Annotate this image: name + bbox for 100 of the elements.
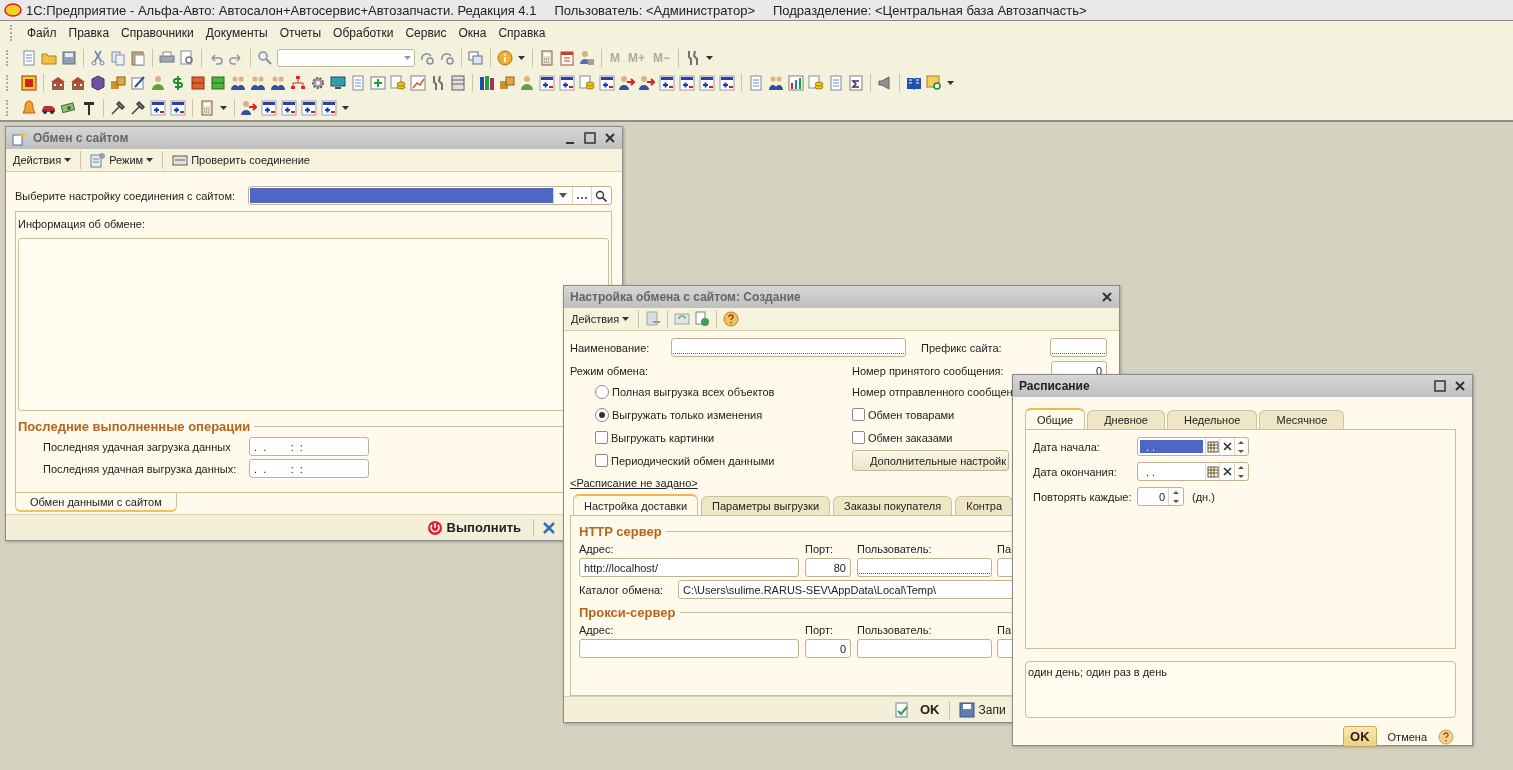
menu-item[interactable]: Окна (452, 24, 493, 42)
coins-icon[interactable] (808, 74, 824, 91)
spinner-icon[interactable] (1236, 439, 1247, 454)
server-icon[interactable] (450, 74, 466, 91)
save-icon[interactable] (61, 49, 77, 66)
clipboard-icon[interactable] (130, 49, 146, 66)
checkbox[interactable] (852, 408, 865, 421)
form-icon[interactable] (150, 99, 166, 116)
people-icon[interactable] (270, 74, 286, 91)
monitor-icon[interactable] (330, 74, 346, 91)
date-field[interactable]: . . : : (249, 437, 369, 456)
cabinet-icon[interactable] (210, 74, 226, 91)
close-icon[interactable] (604, 132, 616, 144)
radio-button[interactable] (595, 384, 609, 399)
copy-document-icon[interactable] (694, 311, 711, 327)
prefix-field[interactable] (1050, 338, 1107, 357)
form-icon[interactable] (321, 99, 337, 116)
building-icon[interactable] (50, 74, 66, 91)
port-field[interactable]: 80 (805, 558, 851, 577)
form-icon[interactable] (559, 74, 575, 91)
cabinet-icon[interactable] (190, 74, 206, 91)
form-icon[interactable] (699, 74, 715, 91)
caret-icon[interactable] (219, 104, 228, 111)
user-field[interactable] (857, 639, 992, 658)
address-field[interactable]: http://localhost/ (579, 558, 799, 577)
megaphone-icon[interactable] (877, 74, 893, 91)
logo-icon[interactable] (21, 74, 37, 91)
user-field[interactable] (857, 558, 992, 577)
cube-icon[interactable] (90, 74, 106, 91)
name-field[interactable] (671, 338, 906, 357)
hammer-icon[interactable] (110, 99, 126, 116)
people-icon[interactable] (230, 74, 246, 91)
caret-icon[interactable] (705, 54, 715, 61)
calendar-icon[interactable] (559, 49, 575, 66)
boxes-icon[interactable] (110, 74, 126, 91)
window-search-icon[interactable] (926, 74, 942, 91)
form-icon[interactable] (301, 99, 317, 116)
spinner-icon[interactable] (1236, 464, 1247, 479)
calendar-icon[interactable] (1206, 465, 1219, 478)
tab[interactable]: Параметры выгрузки (701, 496, 831, 515)
preview-icon[interactable] (179, 49, 195, 66)
form-icon[interactable] (170, 99, 186, 116)
ok-button[interactable]: OK (890, 701, 944, 718)
dollar-icon[interactable] (170, 74, 186, 91)
windows-icon[interactable] (468, 49, 484, 66)
person-arrow-icon[interactable] (639, 74, 655, 91)
menu-item[interactable]: Справка (492, 24, 552, 42)
form-icon[interactable] (679, 74, 695, 91)
date-field[interactable]: . . (1137, 462, 1249, 481)
tab[interactable]: Дневное (1087, 410, 1165, 429)
form-icon[interactable] (719, 74, 735, 91)
building-icon[interactable] (70, 74, 86, 91)
radio-button[interactable] (595, 407, 609, 422)
save-button[interactable]: Запи (954, 701, 1010, 718)
tab[interactable]: Заказы покупателя (833, 496, 953, 515)
clear-icon[interactable] (1221, 466, 1233, 477)
tab[interactable]: Настройка доставки (573, 494, 699, 515)
maximize-icon[interactable] (1434, 380, 1446, 392)
pen-document-icon[interactable] (130, 74, 146, 91)
date-field[interactable]: . . : : (249, 459, 369, 478)
calculator-icon[interactable] (539, 49, 555, 66)
clear-icon[interactable] (1221, 441, 1233, 452)
address-field[interactable] (579, 639, 799, 658)
people-icon[interactable] (250, 74, 266, 91)
tab[interactable]: Обмен данными с сайтом (15, 493, 177, 512)
form-icon[interactable] (539, 74, 555, 91)
hierarchy-icon[interactable] (290, 74, 306, 91)
help-icon[interactable] (1438, 728, 1454, 745)
actions-menu[interactable]: Действия (10, 153, 75, 167)
search-field[interactable] (277, 48, 415, 67)
books-icon[interactable] (479, 74, 495, 91)
caret-icon[interactable] (517, 54, 526, 61)
help-icon[interactable] (723, 311, 740, 327)
people-icon[interactable] (768, 74, 784, 91)
checkbox[interactable] (852, 431, 865, 444)
chart-icon[interactable] (410, 74, 426, 91)
person-arrow-icon[interactable] (241, 99, 257, 116)
boxes-icon[interactable] (499, 74, 515, 91)
bar-chart-icon[interactable] (788, 74, 804, 91)
cancel-button[interactable]: Отмена (1384, 729, 1430, 744)
menu-item[interactable]: Документы (199, 24, 274, 42)
form-icon[interactable] (659, 74, 675, 91)
form-icon[interactable] (599, 74, 615, 91)
menu-item[interactable]: Справочники (115, 24, 200, 42)
caret-icon[interactable] (341, 104, 350, 111)
close-icon[interactable] (1101, 291, 1113, 303)
person-arrow-icon[interactable] (619, 74, 635, 91)
coins-icon[interactable] (390, 74, 406, 91)
form-icon[interactable] (261, 99, 277, 116)
hammer-icon[interactable] (130, 99, 146, 116)
port-field[interactable]: 0 (805, 639, 851, 658)
mode-menu[interactable]: Режим (87, 151, 157, 169)
close-icon[interactable] (1454, 380, 1466, 392)
additional-settings-button[interactable]: Дополнительные настройк (852, 450, 1010, 471)
tab[interactable]: Контра (955, 496, 1014, 515)
search-icon[interactable] (595, 189, 607, 202)
caret-icon[interactable] (558, 192, 568, 199)
close-icon[interactable] (542, 520, 556, 535)
printer-icon[interactable] (159, 49, 175, 66)
actions-menu[interactable]: Действия (568, 312, 633, 326)
